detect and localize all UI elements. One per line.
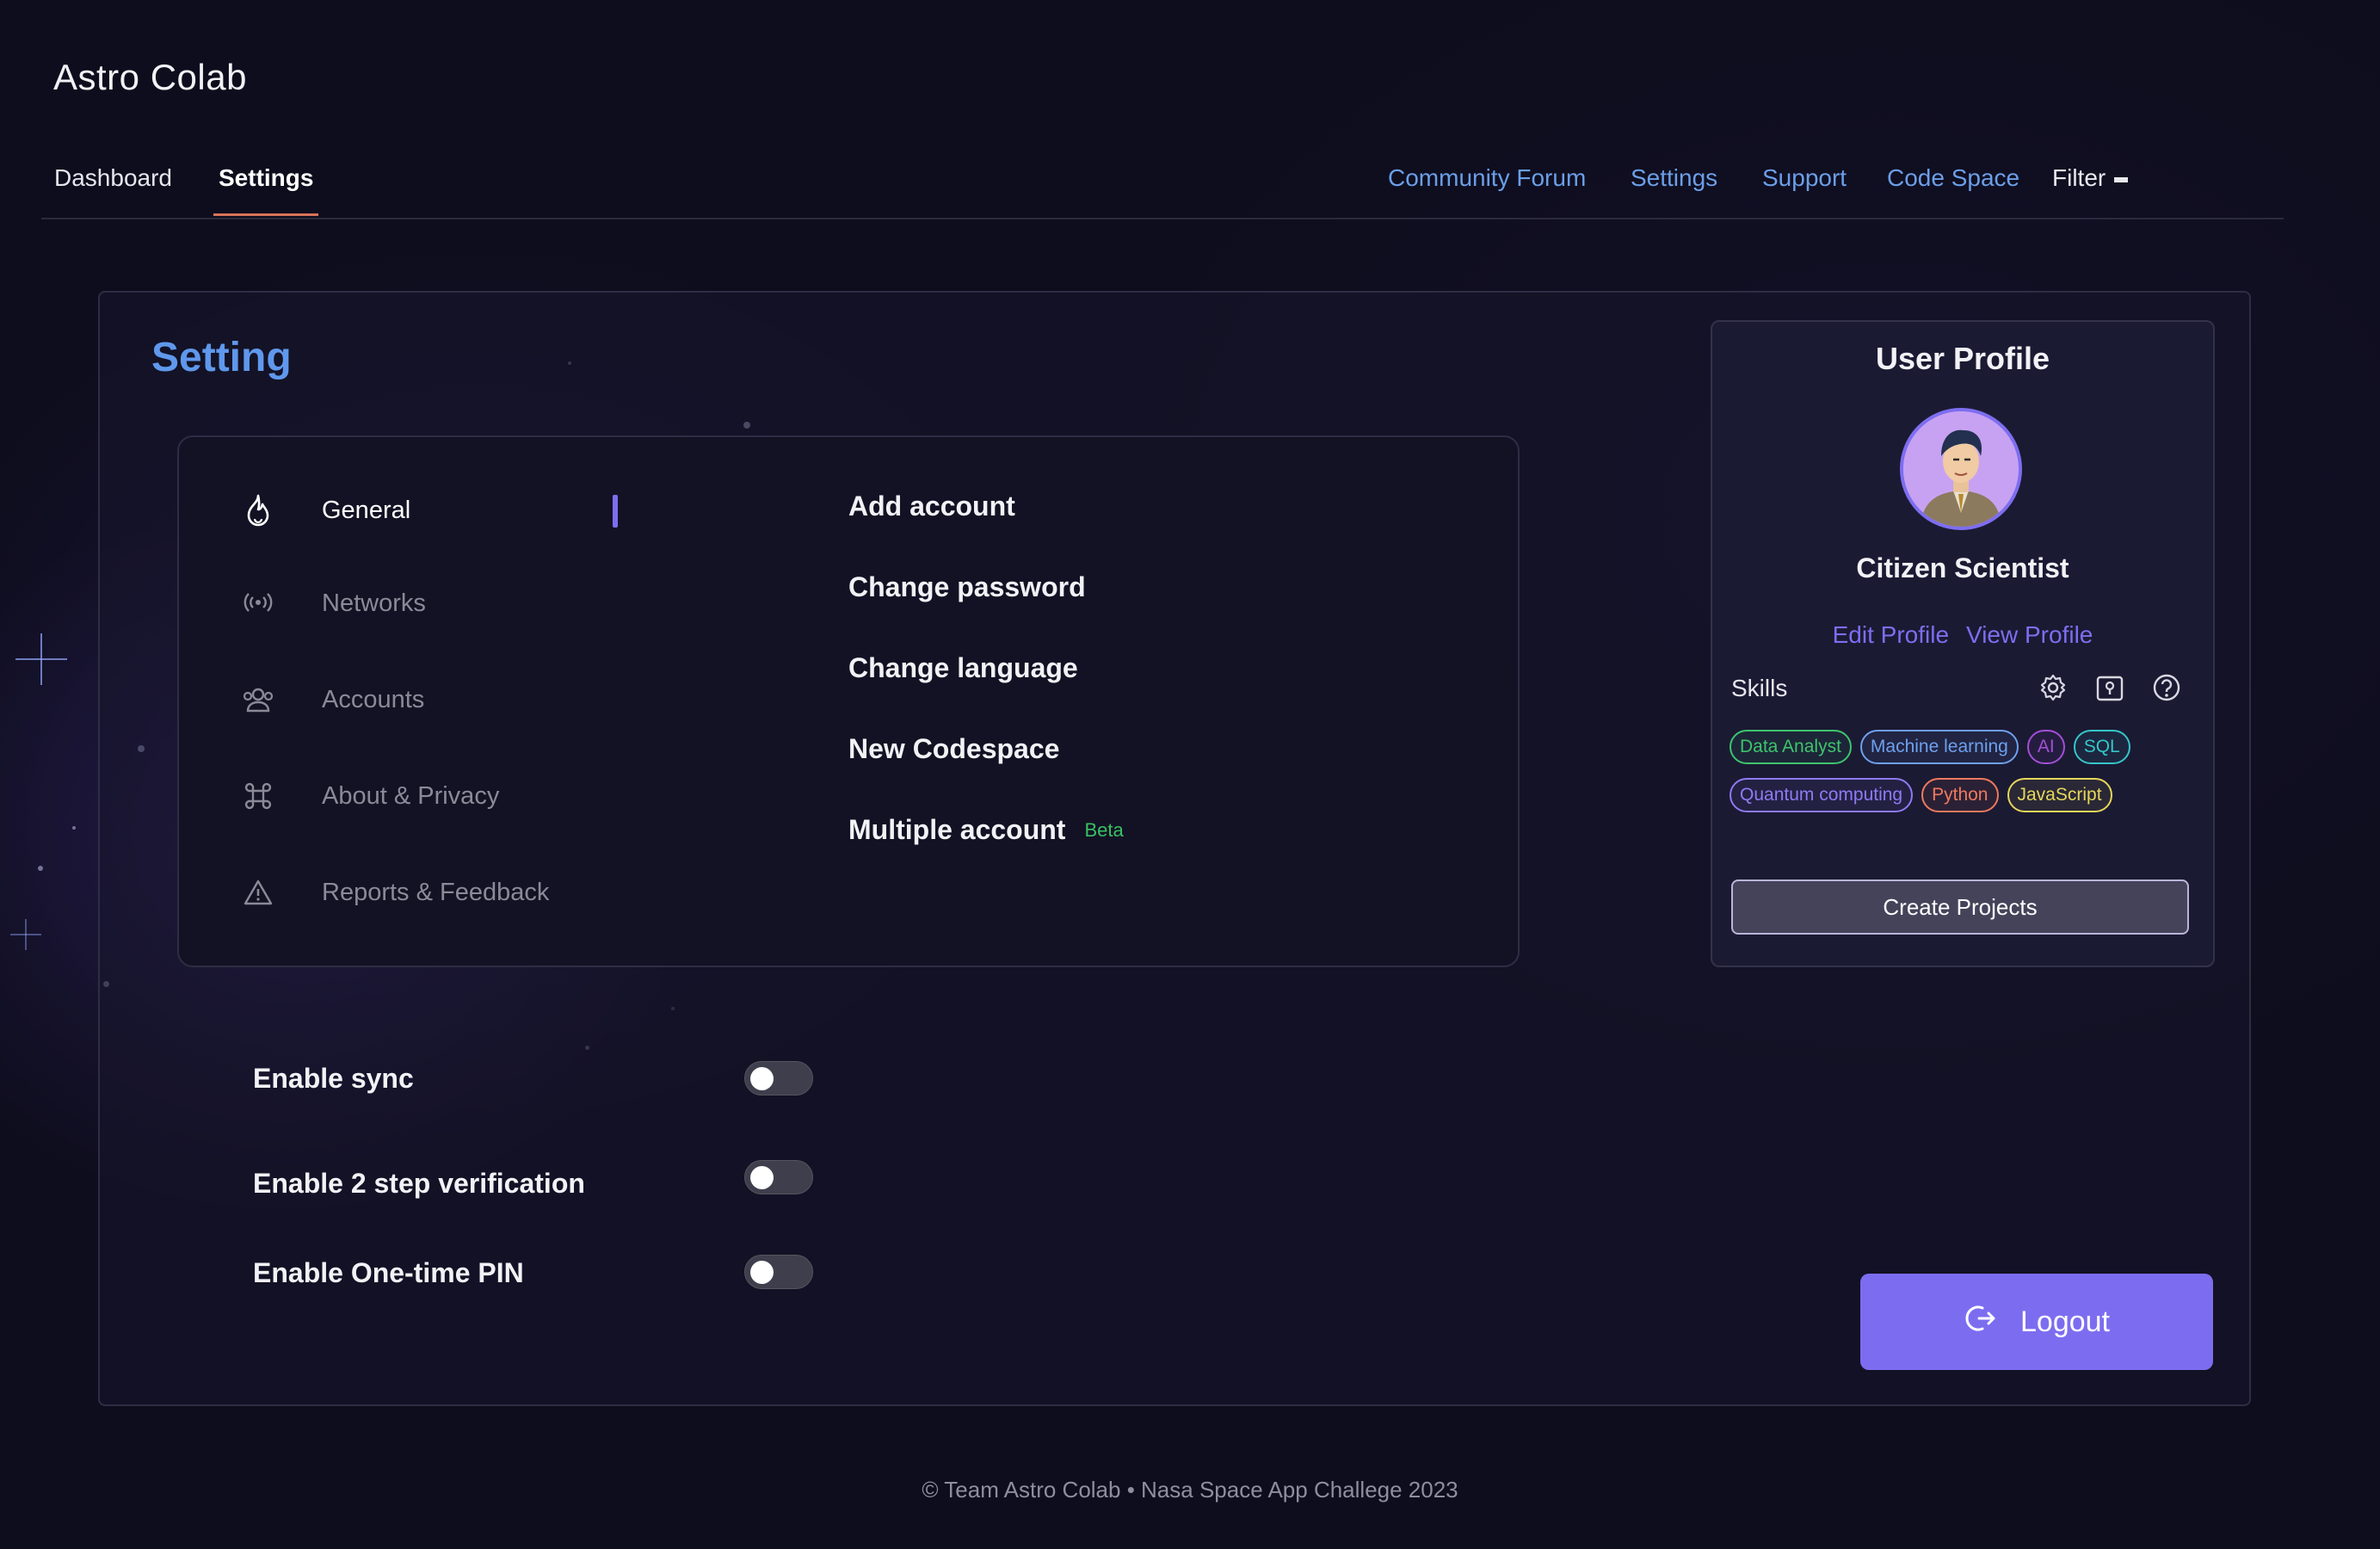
help-icon[interactable] xyxy=(2149,670,2184,705)
new-codespace-option[interactable]: New Codespace xyxy=(848,733,1059,765)
filter-label: Filter xyxy=(2052,164,2106,191)
menu-item-label: Reports & Feedback xyxy=(322,878,550,906)
menu-item-label: Networks xyxy=(322,589,426,617)
warning-icon xyxy=(241,875,275,910)
command-icon xyxy=(241,779,275,813)
edit-profile-link[interactable]: Edit Profile xyxy=(1833,621,1949,648)
broadcast-icon xyxy=(241,586,275,620)
enable-sync-toggle[interactable] xyxy=(744,1061,813,1095)
enable-otp-toggle[interactable] xyxy=(744,1255,813,1289)
sparkle-star xyxy=(15,633,67,685)
support-link[interactable]: Support xyxy=(1762,164,1847,192)
enable-sync-label: Enable sync xyxy=(253,1063,414,1094)
gear-icon[interactable] xyxy=(2036,670,2070,705)
avatar[interactable] xyxy=(1900,408,2022,530)
view-profile-link[interactable]: View Profile xyxy=(1966,621,2093,648)
skill-chip[interactable]: Data Analyst xyxy=(1730,730,1852,764)
tab-dashboard[interactable]: Dashboard xyxy=(54,164,172,216)
star xyxy=(72,826,76,830)
skill-chip[interactable]: Quantum computing xyxy=(1730,778,1914,812)
sparkle-star xyxy=(10,919,41,950)
profile-icons xyxy=(2036,670,2184,705)
logout-button[interactable]: Logout xyxy=(1860,1274,2213,1370)
enable-2-step-label: Enable 2 step verification xyxy=(253,1168,585,1199)
skill-chips: Data Analyst Machine learning AI SQL Qua… xyxy=(1730,730,2194,812)
menu-item-reports-feedback[interactable]: Reports & Feedback xyxy=(241,875,549,910)
toggle-knob xyxy=(750,1261,774,1284)
active-indicator xyxy=(613,495,618,528)
menu-item-networks[interactable]: Networks xyxy=(241,586,426,620)
enable-otp-label: Enable One-time PIN xyxy=(253,1257,524,1288)
skill-chip[interactable]: AI xyxy=(2026,730,2065,764)
user-profile-card: User Profile Citizen Scientist Edit Prof… xyxy=(1711,320,2215,967)
menu-item-label: Accounts xyxy=(322,685,425,713)
star xyxy=(38,866,43,871)
option-label: New Codespace xyxy=(848,733,1060,764)
change-password-option[interactable]: Change password xyxy=(848,571,1086,603)
menu-item-accounts[interactable]: Accounts xyxy=(241,682,424,717)
option-label: Multiple account xyxy=(848,814,1066,845)
profile-name: Citizen Scientist xyxy=(1856,552,2069,583)
beta-badge: Beta xyxy=(1084,818,1124,841)
logout-icon xyxy=(1964,1301,1998,1343)
community-forum-link[interactable]: Community Forum xyxy=(1388,164,1586,192)
minus-icon xyxy=(2114,176,2129,182)
menu-item-label: General xyxy=(322,496,411,524)
menu-item-general[interactable]: General xyxy=(241,493,410,528)
toggle-knob xyxy=(750,1067,774,1090)
skill-chip[interactable]: SQL xyxy=(2073,730,2130,764)
create-projects-button[interactable]: Create Projects xyxy=(1731,879,2189,935)
app-title: Astro Colab xyxy=(53,57,247,97)
skill-chip[interactable]: Python xyxy=(1921,778,1999,812)
skill-chip[interactable]: Machine learning xyxy=(1859,730,2019,764)
option-label: Change language xyxy=(848,652,1078,683)
tab-settings[interactable]: Settings xyxy=(213,164,319,216)
change-language-option[interactable]: Change language xyxy=(848,652,1078,684)
toggle-knob xyxy=(750,1166,774,1189)
top-navigation: Dashboard Settings Community Forum Setti… xyxy=(41,159,2284,219)
logout-label: Logout xyxy=(2020,1305,2110,1338)
user-badge-icon[interactable] xyxy=(2093,670,2127,705)
page-title: Setting xyxy=(151,335,292,380)
flame-icon xyxy=(241,493,275,528)
skill-chip[interactable]: JavaScript xyxy=(2007,778,2112,812)
users-icon xyxy=(241,682,275,717)
profile-links: Edit Profile View Profile xyxy=(1712,621,2213,649)
option-label: Change password xyxy=(848,571,1086,602)
code-space-link[interactable]: Code Space xyxy=(1887,164,2019,192)
profile-title: User Profile xyxy=(1875,341,2050,376)
menu-item-about-privacy[interactable]: About & Privacy xyxy=(241,779,499,813)
option-label: Add account xyxy=(848,491,1015,521)
skills-label: Skills xyxy=(1731,675,1788,701)
enable-2-step-toggle[interactable] xyxy=(744,1160,813,1194)
footer: © Team Astro Colab • Nasa Space App Chal… xyxy=(922,1477,1458,1503)
settings-link[interactable]: Settings xyxy=(1631,164,1717,192)
multiple-account-option[interactable]: Multiple account Beta xyxy=(848,814,1124,846)
filter-button[interactable]: Filter xyxy=(2052,164,2129,192)
menu-item-label: About & Privacy xyxy=(322,781,500,810)
add-account-option[interactable]: Add account xyxy=(848,491,1015,522)
